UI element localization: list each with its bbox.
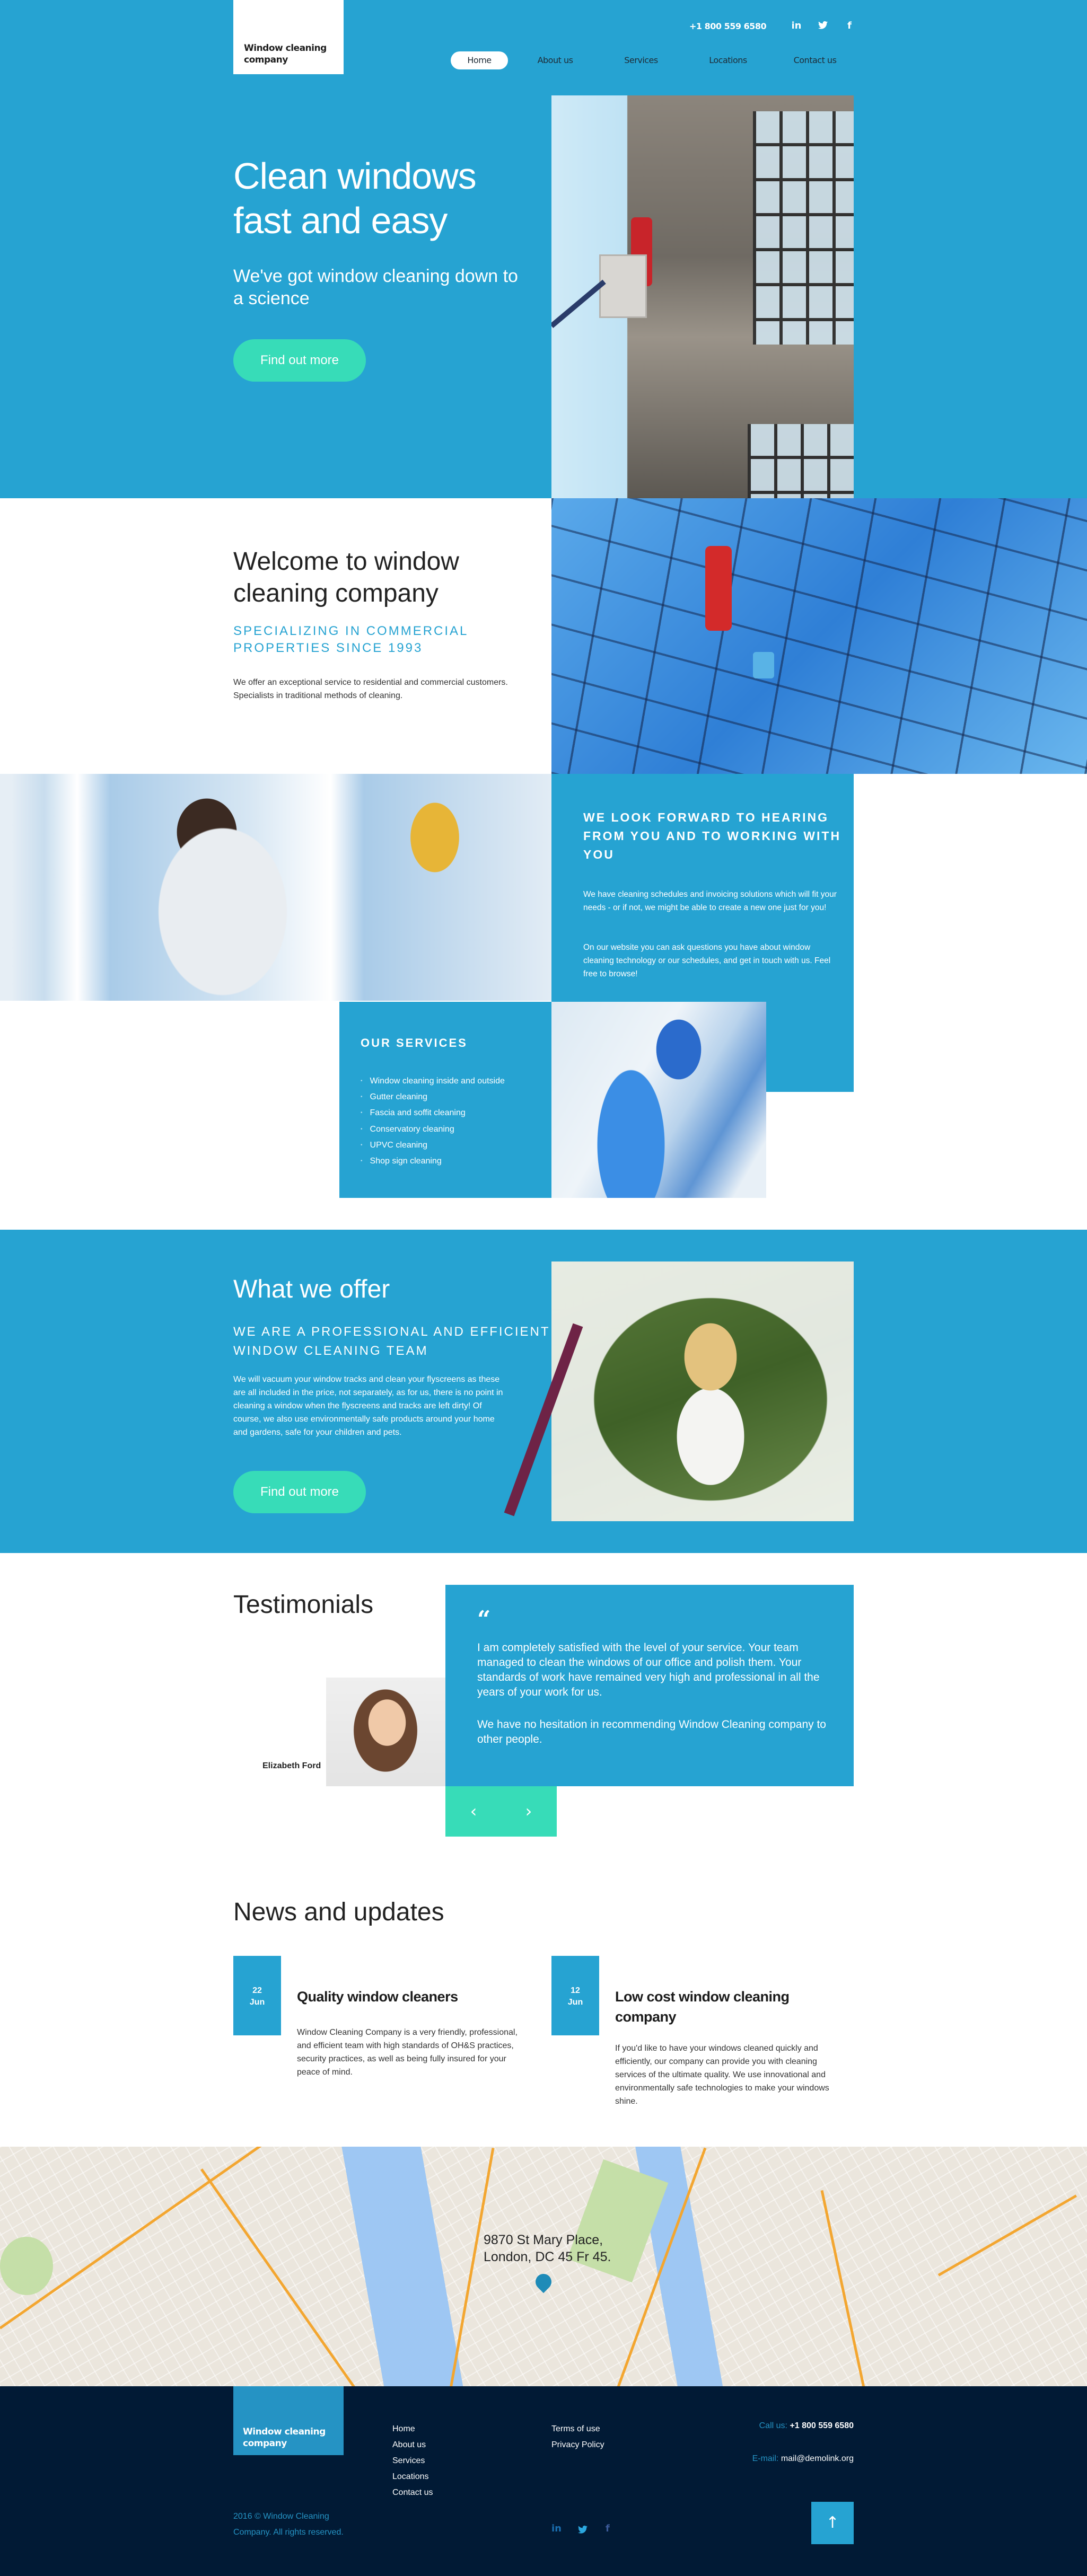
offer-find-out-more-button[interactable]: Find out more <box>233 1471 366 1513</box>
nav-services[interactable]: Services <box>601 51 681 69</box>
service-item: Fascia and soffit cleaning <box>361 1105 505 1121</box>
news-month: Jun <box>567 1998 583 2007</box>
nav-locations[interactable]: Locations <box>688 51 768 69</box>
testimonial-author-name: Elizabeth Ford <box>262 1761 321 1770</box>
footer-link-terms[interactable]: Terms of use <box>551 2421 604 2437</box>
service-item: Gutter cleaning <box>361 1089 505 1105</box>
facebook-icon[interactable]: f <box>843 20 856 31</box>
offer-section <box>0 1230 1087 1553</box>
service-item: UPVC cleaning <box>361 1137 505 1153</box>
nav-contact-us[interactable]: Contact us <box>775 51 855 69</box>
news-date-badge: 22 Jun <box>233 1956 281 2035</box>
offer-tagline: WE ARE A PROFESSIONAL AND EFFICIENT WIND… <box>233 1325 550 1358</box>
linkedin-icon[interactable]: in <box>790 20 803 31</box>
footer-email: E-mail: mail@demolink.org <box>752 2454 854 2464</box>
footer-logo[interactable]: Window cleaning company <box>233 2386 344 2455</box>
footer-nav: Home About us Services Locations Contact… <box>392 2421 433 2501</box>
woman-cleaning-window-image <box>0 774 551 1001</box>
service-item: Shop sign cleaning <box>361 1153 505 1169</box>
glove-sponge-image <box>551 1002 766 1198</box>
welcome-tagline: SPECIALIZING IN COMMERCIAL PROPERTIES SI… <box>233 624 468 655</box>
footer-link-privacy[interactable]: Privacy Policy <box>551 2437 604 2453</box>
address-line: 9870 St Mary Place, <box>484 2233 603 2247</box>
contact-heading: WE LOOK FORWARD TO HEARING FROM YOU AND … <box>583 810 841 861</box>
contact-paragraph: On our website you can ask questions you… <box>583 943 831 978</box>
news-month: Jun <box>249 1998 265 2007</box>
glass-facade-climber-image <box>551 498 1087 774</box>
news-title: News and updates <box>233 1898 444 1926</box>
testimonial-author-photo <box>326 1678 445 1786</box>
twitter-icon[interactable] <box>578 2525 588 2536</box>
service-item: Conservatory cleaning <box>361 1122 505 1137</box>
footer-link-contact-us[interactable]: Contact us <box>392 2485 433 2501</box>
main-nav: Home About us Services Locations Contact… <box>451 51 855 69</box>
nav-home[interactable]: Home <box>451 51 508 69</box>
testimonial-text: We have no hesitation in recommending Wi… <box>477 1718 826 1745</box>
news-text: Window Cleaning Company is a very friend… <box>297 2028 518 2077</box>
logo[interactable]: Window cleaning company <box>233 0 344 74</box>
chevron-left-icon[interactable]: ‹ <box>460 1799 487 1823</box>
welcome-text: We offer an exceptional service to resid… <box>233 678 508 700</box>
map-address: 9870 St Mary Place, London, DC 45 Fr 45. <box>484 2231 611 2265</box>
woman-behind-soapy-window-image <box>504 1261 854 1521</box>
welcome-title: Welcome to window cleaning company <box>233 548 459 607</box>
linkedin-icon[interactable]: in <box>551 2523 562 2534</box>
service-item: Window cleaning inside and outside <box>361 1073 505 1089</box>
header-phone[interactable]: +1 800 559 6580 <box>689 21 767 31</box>
news-day: 22 <box>252 1986 262 1995</box>
copyright: 2016 © Window Cleaning Company. All righ… <box>233 2512 344 2537</box>
footer-link-about-us[interactable]: About us <box>392 2437 433 2453</box>
location-map[interactable] <box>0 2147 1087 2386</box>
offer-title: What we offer <box>233 1275 390 1303</box>
services-list: Window cleaning inside and outside Gutte… <box>361 1073 505 1169</box>
testimonial-text: I am completely satisfied with the level… <box>477 1642 820 1698</box>
offer-text: We will vacuum your window tracks and cl… <box>233 1375 503 1437</box>
hero-section <box>0 0 1087 498</box>
email-label: E-mail: <box>752 2454 779 2463</box>
footer-phone: Call us: +1 800 559 6580 <box>759 2421 854 2431</box>
news-text: If you'd like to have your windows clean… <box>615 2044 829 2106</box>
hero-title: Clean windows fast and easy <box>233 155 477 241</box>
chevron-right-icon[interactable]: › <box>515 1799 542 1823</box>
hero-subtitle: We've got window cleaning down to a scie… <box>233 266 518 308</box>
news-date-badge: 12 Jun <box>551 1956 599 2035</box>
email-value[interactable]: mail@demolink.org <box>781 2454 854 2463</box>
facebook-icon[interactable]: f <box>606 2523 610 2534</box>
twitter-icon[interactable] <box>817 21 829 31</box>
testimonials-title: Testimonials <box>233 1591 374 1619</box>
footer-link-services[interactable]: Services <box>392 2453 433 2469</box>
news-headline[interactable]: Low cost window cleaning company <box>615 1987 838 2027</box>
contact-paragraph: We have cleaning schedules and invoicing… <box>583 890 837 912</box>
footer-link-home[interactable]: Home <box>392 2421 433 2437</box>
hero-image-window-cleaner-on-lift <box>551 95 854 498</box>
footer-link-locations[interactable]: Locations <box>392 2469 433 2485</box>
quote-icon: “ <box>477 1606 491 1633</box>
hero-find-out-more-button[interactable]: Find out more <box>233 339 366 382</box>
call-label: Call us: <box>759 2421 787 2430</box>
news-day: 12 <box>571 1986 580 1995</box>
footer-legal: Terms of use Privacy Policy <box>551 2421 604 2453</box>
services-heading: OUR SERVICES <box>361 1036 468 1049</box>
footer <box>0 2386 1087 2576</box>
address-line: London, DC 45 Fr 45. <box>484 2249 611 2264</box>
nav-about-us[interactable]: About us <box>515 51 595 69</box>
arrow-up-icon[interactable]: ↑ <box>811 2502 854 2544</box>
call-value[interactable]: +1 800 559 6580 <box>790 2421 854 2430</box>
news-headline[interactable]: Quality window cleaners <box>297 1987 520 2007</box>
